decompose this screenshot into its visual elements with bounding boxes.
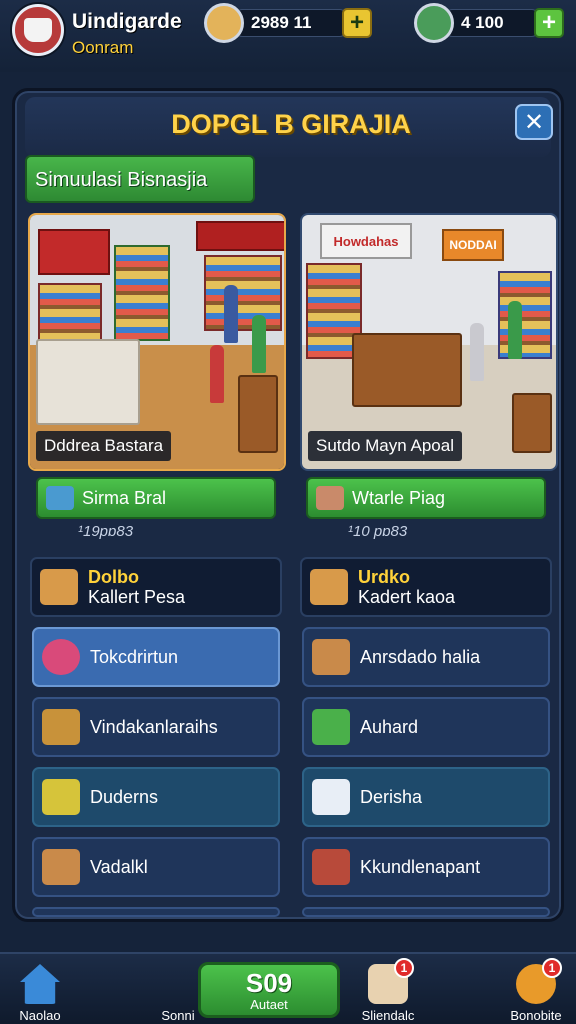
notification-badge: 1: [542, 958, 562, 978]
character-gem-icon: [414, 3, 454, 43]
category-item[interactable]: Anrsdado halia: [302, 627, 550, 687]
buy-store-right-label: Wtarle Piag: [352, 487, 446, 508]
store-sign: [38, 229, 110, 275]
nav-fifth[interactable]: 1 Bonobite: [496, 954, 576, 1024]
cashier-icon: [312, 639, 350, 675]
store-sign-secondary: NODDAI: [442, 229, 504, 261]
category-item[interactable]: Vindakanlaraihs: [32, 697, 280, 757]
category-item[interactable]: Duderns: [32, 767, 280, 827]
nav-second-label: Sonni: [161, 1008, 195, 1023]
notification-badge: 1: [394, 958, 414, 978]
gem-resource: 4 100 +: [414, 3, 564, 43]
player-name: Uindigarde: [72, 10, 182, 33]
category-label: Tokcdrirtun: [90, 646, 179, 667]
center-action-value: S09: [245, 967, 293, 998]
category-label: Vindakanlaraihs: [90, 716, 218, 737]
category-item[interactable]: Kkundlenapant: [302, 837, 550, 897]
add-coins-button[interactable]: +: [342, 8, 372, 38]
category-label: Kkundlenapant: [360, 856, 481, 877]
category-item[interactable]: Auhard: [302, 697, 550, 757]
coin-scroll-icon: [204, 3, 244, 43]
category-item[interactable]: Vadalkl: [32, 837, 280, 897]
coin-value: 2989 11: [236, 9, 346, 37]
close-icon: ✕: [523, 108, 545, 136]
tools-icon: [42, 709, 80, 745]
store-left-price: ¹19pɒ83: [78, 523, 134, 540]
business-panel: DOPGL B GIRAJIA ✕ Simuulasi Bisnasjia Dd…: [12, 88, 564, 922]
category-title: Dolbo: [88, 567, 139, 587]
section-banner-label: Simuulasi Bisnasjia: [35, 169, 208, 191]
nav-second-icon: [158, 964, 198, 1004]
store-right-price: ¹10 pɒ83: [348, 523, 408, 540]
store-sign: Howdahas: [320, 223, 412, 259]
category-item[interactable]: Derisha: [302, 767, 550, 827]
gem-value: 4 100: [446, 9, 538, 37]
shopping-bag-icon: 1: [368, 958, 414, 1004]
buy-store-right-button[interactable]: Wtarle Piag: [306, 477, 546, 519]
player-avatar[interactable]: [12, 4, 64, 56]
category-item[interactable]: Tokcdrirtun: [32, 627, 280, 687]
category-label: Anrsdado halia: [360, 646, 481, 667]
category-label: Auhard: [360, 716, 419, 737]
crate-icon: [42, 849, 80, 885]
nav-home-label: Naolao: [19, 1008, 61, 1023]
nav-fifth-label: Bonobite: [510, 1008, 562, 1023]
gift-box-icon: [46, 486, 74, 510]
category-label: Vadalkl: [90, 856, 148, 877]
store-card-right[interactable]: Howdahas NODDAI Sutdo Mayn Apoal: [300, 213, 558, 471]
coin-resource: 2989 11 +: [204, 3, 372, 43]
toolbox-icon: [40, 569, 78, 605]
store-name: Dddrea Bastara: [36, 431, 172, 461]
nav-fourth-label: Sliendalc: [361, 1008, 415, 1023]
coin-icon: 1: [516, 958, 562, 1004]
basket-icon: [312, 709, 350, 745]
category-title: Urdko: [358, 567, 411, 587]
category-item-partial: [32, 907, 280, 917]
clerk-figure: [470, 323, 484, 381]
category-left-header[interactable]: Dolbo Kallert Pesa: [30, 557, 282, 617]
close-button[interactable]: ✕: [515, 104, 553, 140]
home-icon: [20, 964, 60, 1004]
store-name: Sutdo Mayn Apoal: [308, 431, 462, 461]
shopper-figure: [210, 345, 224, 403]
cart-icon: [42, 779, 80, 815]
panel-title: DOPGL B GIRAJIA: [171, 109, 411, 139]
category-subtitle: Kadert kaoa: [358, 587, 456, 607]
category-item-partial: [302, 907, 550, 917]
buy-store-left-label: Sirma Bral: [82, 487, 167, 508]
nav-fourth[interactable]: 1 Sliendalc: [348, 954, 428, 1024]
cash-register-icon: [312, 849, 350, 885]
avatar-icon: [24, 18, 52, 42]
category-label: Derisha: [360, 786, 423, 807]
top-bar: Uindigarde Oonram 2989 11 + 4 100 +: [0, 0, 576, 72]
box-icon: [310, 569, 348, 605]
goods-icon: [316, 486, 344, 510]
nav-home[interactable]: Naolao: [0, 954, 80, 1024]
player-subtitle: Oonram: [72, 38, 134, 57]
category-subtitle: Kallert Pesa: [88, 587, 186, 607]
center-action-label: Autaet: [250, 996, 288, 1012]
add-gems-button[interactable]: +: [534, 8, 564, 38]
category-label: Duderns: [90, 786, 159, 807]
category-right-header[interactable]: Urdko Kadert kaoa: [300, 557, 552, 617]
section-banner: Simuulasi Bisnasjia: [25, 155, 255, 203]
store-card-left[interactable]: Dddrea Bastara: [28, 213, 286, 471]
toy-icon: [42, 639, 80, 675]
center-action-button[interactable]: S09 Autaet: [198, 962, 340, 1018]
package-icon: [312, 779, 350, 815]
buy-store-left-button[interactable]: Sirma Bral: [36, 477, 276, 519]
